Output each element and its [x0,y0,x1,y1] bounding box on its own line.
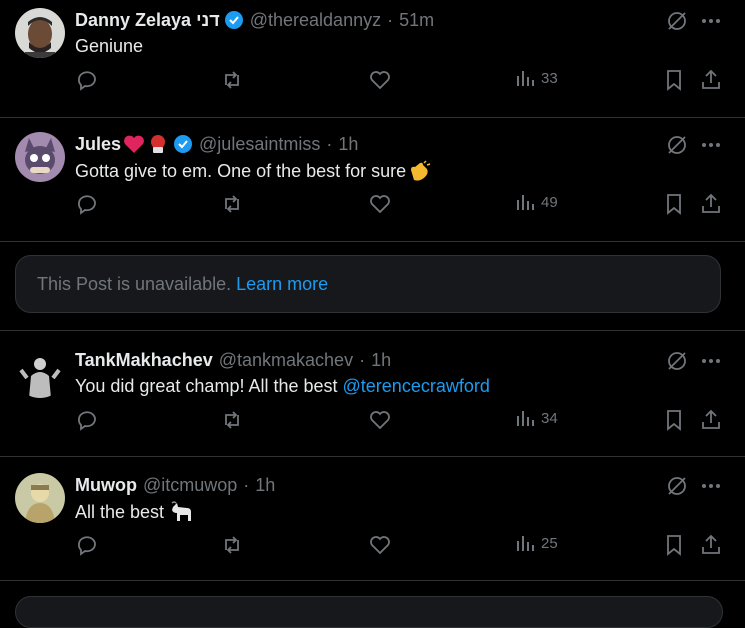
boxing-glove-icon [147,134,169,154]
handle[interactable]: @therealdannyz [250,10,381,31]
post-text-content: You did great champ! All the best [75,376,338,396]
like-icon[interactable] [368,68,392,92]
views-icon [515,533,535,553]
share-icon[interactable] [699,408,723,432]
unavailable-text: This Post is unavailable. [37,273,232,294]
handle[interactable]: @tankmakachev [219,350,353,371]
timestamp[interactable]: 1h [255,475,275,496]
goat-icon [169,501,195,523]
post-text: You did great champ! All the best @teren… [75,376,490,397]
bookmark-icon[interactable] [662,192,686,216]
repost-icon[interactable] [220,408,244,432]
separator: · [359,349,366,370]
repost-icon[interactable] [220,68,244,92]
unavailable-post: This Post is unavailable. Learn more [0,241,745,331]
grok-icon[interactable] [665,349,689,378]
post-muwop[interactable]: Muwop @itcmuwop · 1h All the best 25 [0,465,745,581]
unavailable-notice: This Post is unavailable. Learn more [15,255,721,313]
more-icon[interactable] [699,349,723,378]
timestamp[interactable]: 1h [371,350,391,371]
timestamp[interactable]: 51m [399,10,434,31]
display-name[interactable]: TankMakhachev [75,350,213,371]
separator: · [243,474,250,495]
action-bar: 33 [75,68,725,92]
verified-badge-icon [173,134,193,154]
avatar[interactable] [15,132,65,182]
display-name[interactable]: Danny Zelaya דני [75,10,220,31]
action-bar: 49 [75,192,725,216]
clapping-hands-icon [408,160,432,182]
views-button[interactable]: 25 [515,533,558,553]
handle[interactable]: @itcmuwop [143,475,237,496]
learn-more-link[interactable]: Learn more [236,274,328,295]
views-button[interactable]: 49 [515,192,558,212]
avatar[interactable] [15,473,65,523]
post-text: All the best [75,501,195,523]
grok-icon[interactable] [665,474,689,503]
reply-icon[interactable] [75,192,99,216]
post-text: Gotta give to em. One of the best for su… [75,160,432,182]
views-button[interactable]: 34 [515,408,558,428]
like-icon[interactable] [368,192,392,216]
mention-link[interactable]: @terencecrawford [343,376,490,397]
bookmark-icon[interactable] [662,533,686,557]
post-danny[interactable]: Danny Zelaya דני @therealdannyz · 51m Ge… [0,0,745,118]
views-button[interactable]: 33 [515,68,558,88]
more-icon[interactable] [699,9,723,38]
post-header: Jules @julesaintmiss · 1h [75,133,358,155]
views-icon [515,408,535,428]
like-icon[interactable] [368,408,392,432]
more-icon[interactable] [699,474,723,503]
next-unavailable-notice [15,596,723,628]
separator: · [387,9,394,30]
timestamp[interactable]: 1h [338,134,358,155]
views-icon [515,68,535,88]
display-name[interactable]: Jules [75,134,121,155]
repost-icon[interactable] [220,533,244,557]
reply-icon[interactable] [75,68,99,92]
post-header: TankMakhachev @tankmakachev · 1h [75,349,391,371]
views-count: 34 [541,409,558,427]
post-tankmakhachev[interactable]: TankMakhachev @tankmakachev · 1h You did… [0,340,745,457]
post-text-content: All the best [75,501,165,522]
views-icon [515,192,535,212]
avatar[interactable] [15,348,65,398]
post-jules[interactable]: Jules @julesaintmiss · 1h Gotta give to … [0,124,745,242]
share-icon[interactable] [699,68,723,92]
grok-icon[interactable] [665,9,689,38]
like-icon[interactable] [368,533,392,557]
action-bar: 25 [75,533,725,557]
separator: · [326,133,333,154]
red-heart-icon [123,134,145,154]
views-count: 25 [541,534,558,552]
post-text: Geniune [75,36,143,57]
bookmark-icon[interactable] [662,408,686,432]
bookmark-icon[interactable] [662,68,686,92]
more-icon[interactable] [699,133,723,162]
action-bar: 34 [75,408,725,432]
verified-badge-icon [224,10,244,30]
repost-icon[interactable] [220,192,244,216]
share-icon[interactable] [699,192,723,216]
post-header: Muwop @itcmuwop · 1h [75,474,275,496]
post-text-content: Gotta give to em. One of the best for su… [75,160,407,181]
views-count: 33 [541,69,558,87]
views-count: 49 [541,193,558,211]
share-icon[interactable] [699,533,723,557]
handle[interactable]: @julesaintmiss [199,134,320,155]
post-header: Danny Zelaya דני @therealdannyz · 51m [75,9,434,31]
grok-icon[interactable] [665,133,689,162]
reply-icon[interactable] [75,533,99,557]
post-text-content: Geniune [75,36,144,56]
reply-icon[interactable] [75,408,99,432]
avatar[interactable] [15,8,65,58]
display-name[interactable]: Muwop [75,475,137,496]
